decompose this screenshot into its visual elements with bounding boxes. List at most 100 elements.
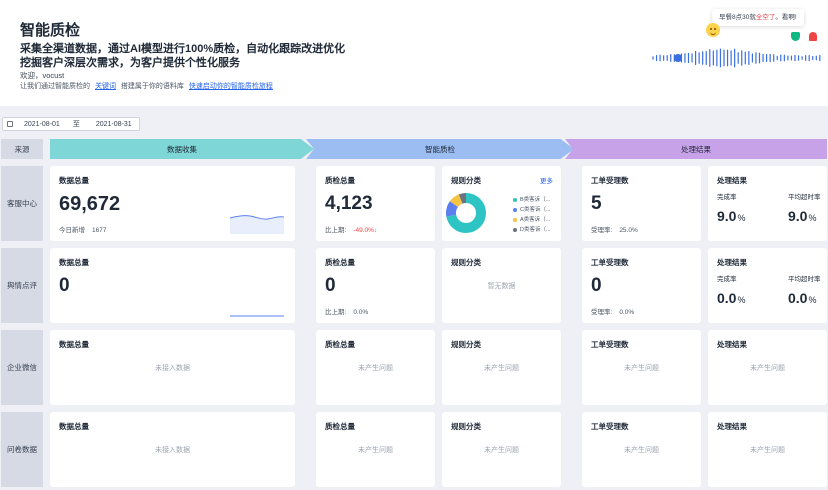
trend-sparkline (230, 315, 284, 317)
data-total-card[interactable]: 数据总量 0 (50, 248, 295, 323)
row-label-wecom: 企业微信 (1, 330, 43, 405)
card-title: 处理结果 (717, 422, 747, 431)
mascot-speech-bubble: 早餐8点30就全空了。看啊! (712, 9, 804, 26)
accept-rate-label: 受理率: (591, 309, 613, 316)
empty-state: 未产生问题 (624, 365, 659, 372)
card-title: 工单受理数 (591, 340, 629, 349)
ticket-count-value: 0 (591, 275, 602, 296)
legend-item[interactable]: D类客诉（... (513, 225, 551, 235)
rule-class-card[interactable]: 规则分类 未产生问题 (442, 412, 561, 487)
legend-item[interactable]: B类客诉（... (513, 195, 551, 205)
sound-wave-icon (652, 48, 821, 68)
rule-class-card[interactable]: 规则分类 未产生问题 (442, 330, 561, 405)
empty-state: 未产生问题 (750, 365, 785, 372)
qc-total-card[interactable]: 质检总量 未产生问题 (316, 330, 435, 405)
ticket-card[interactable]: 工单受理数 未产生问题 (582, 412, 701, 487)
result-card[interactable]: 处理结果 完成率 平均超时率 0.0% 0.0% (708, 248, 827, 323)
empty-state: 未产生问题 (358, 447, 393, 454)
legend-label: A类客诉（... (520, 217, 551, 223)
overtime-rate-label: 平均超时率 (788, 276, 821, 283)
complete-rate-label: 完成率 (717, 194, 737, 201)
bubble-suffix: 。看啊! (775, 14, 797, 21)
result-card[interactable]: 处理结果 完成率 平均超时率 9.0% 9.0% (708, 166, 827, 241)
card-title: 工单受理数 (591, 176, 629, 185)
accept-rate-value: 0.0% (619, 309, 635, 316)
row-label-service-center: 客服中心 (1, 166, 43, 241)
bubble-prefix: 早餐8点30就 (719, 14, 756, 21)
stage-inspect: 智能质检 (306, 139, 574, 159)
card-title: 规则分类 (451, 340, 481, 349)
percent-sign: % (737, 295, 746, 305)
card-title: 规则分类 (451, 258, 481, 267)
card-title: 处理结果 (717, 176, 747, 185)
qc-total-card[interactable]: 质检总量 4,123 比上期: -49.0%↓ (316, 166, 435, 241)
stage-result: 处理结果 (565, 139, 827, 159)
empty-state: 未产生问题 (750, 447, 785, 454)
complete-rate-value: 0.0% (717, 290, 745, 306)
empty-state: 未产生问题 (624, 447, 659, 454)
result-card[interactable]: 处理结果 未产生问题 (708, 412, 827, 487)
more-link[interactable]: 更多 (540, 175, 553, 185)
legend-item[interactable]: C类客诉（... (513, 205, 551, 215)
empty-state: 未接入数据 (155, 447, 190, 454)
legend-dot-icon (513, 207, 517, 212)
legend-item[interactable]: A类客诉（... (513, 215, 551, 225)
rule-class-card[interactable]: 规则分类 更多 B类客诉（... C类客诉（... A类客诉（... D类客诉（... (442, 166, 561, 241)
today-new: 今日新增 1677 (59, 224, 106, 234)
overtime-rate-value: 9.0% (788, 208, 816, 224)
keyword-link[interactable]: 关键词 (95, 83, 116, 90)
qc-total-card[interactable]: 质检总量 未产生问题 (316, 412, 435, 487)
legend-label: D类客诉（... (520, 227, 551, 233)
card-title: 质检总量 (325, 258, 355, 267)
complete-rate-number: 0.0 (717, 290, 737, 306)
legend-dot-icon (513, 197, 517, 202)
data-total-card[interactable]: 数据总量 未接入数据 (50, 412, 295, 487)
percent-sign: % (737, 213, 746, 223)
empty-state: 未产生问题 (358, 365, 393, 372)
vs-last-label: 比上期: (325, 227, 347, 234)
percent-sign: % (808, 213, 817, 223)
accept-rate: 受理率: 0.0% (591, 306, 634, 316)
data-total-value: 0 (59, 275, 70, 296)
wave-dot-icon (674, 54, 682, 62)
overtime-rate-label: 平均超时率 (788, 194, 821, 201)
start-date[interactable]: 2021-08-01 (24, 121, 60, 128)
card-title: 质检总量 (325, 340, 355, 349)
card-title: 质检总量 (325, 422, 355, 431)
data-total-card[interactable]: 数据总量 69,672 今日新增 1677 (50, 166, 295, 241)
tutorial-link[interactable]: 快速启动你的智能质检旅程 (189, 83, 273, 90)
rule-class-donut-chart (446, 193, 486, 233)
row-label-survey: 问卷数据 (1, 412, 43, 487)
arrow-down-icon: ↓ (373, 227, 378, 234)
qc-change-value: 0.0% (353, 309, 369, 316)
card-title: 数据总量 (59, 340, 89, 349)
welcome-text: 欢迎，vocust (20, 71, 65, 80)
vs-last-label: 比上期: (325, 309, 347, 316)
empty-state: 未产生问题 (484, 365, 519, 372)
qc-total-card[interactable]: 质检总量 0 比上期: 0.0% (316, 248, 435, 323)
complete-rate-number: 9.0 (717, 208, 737, 224)
ticket-card[interactable]: 工单受理数 5 受理率: 25.0% (582, 166, 701, 241)
page-title: 智能质检 (20, 22, 81, 39)
date-separator: 至 (72, 121, 80, 128)
percent-sign: % (808, 295, 817, 305)
ticket-card[interactable]: 工单受理数 未产生问题 (582, 330, 701, 405)
qc-change: 比上期: 0.0% (325, 306, 368, 316)
guide-prefix: 让我们通过智能质检的 (20, 83, 90, 90)
ticket-count-value: 5 (591, 193, 602, 214)
legend-label: C类客诉（... (520, 207, 551, 213)
date-range-picker[interactable]: 2021-08-01 至 2021-08-31 (2, 117, 140, 131)
ticket-card[interactable]: 工单受理数 0 受理率: 0.0% (582, 248, 701, 323)
banner-slogan-2: 挖掘客户深层次需求，为客户提供个性化服务 (20, 57, 240, 69)
rule-class-card[interactable]: 规则分类 暂无数据 (442, 248, 561, 323)
card-title: 数据总量 (59, 176, 89, 185)
end-date[interactable]: 2021-08-31 (96, 121, 132, 128)
data-total-card[interactable]: 数据总量 未接入数据 (50, 330, 295, 405)
qc-change-value: -49.0% (353, 227, 374, 234)
result-card[interactable]: 处理结果 未产生问题 (708, 330, 827, 405)
overtime-rate-number: 0.0 (788, 290, 808, 306)
donut-legend: B类客诉（... C类客诉（... A类客诉（... D类客诉（... (513, 195, 551, 235)
bubble-highlight: 全空了 (755, 14, 776, 21)
stage-collect: 数据收集 (50, 139, 314, 159)
accept-rate-label: 受理率: (591, 227, 613, 234)
